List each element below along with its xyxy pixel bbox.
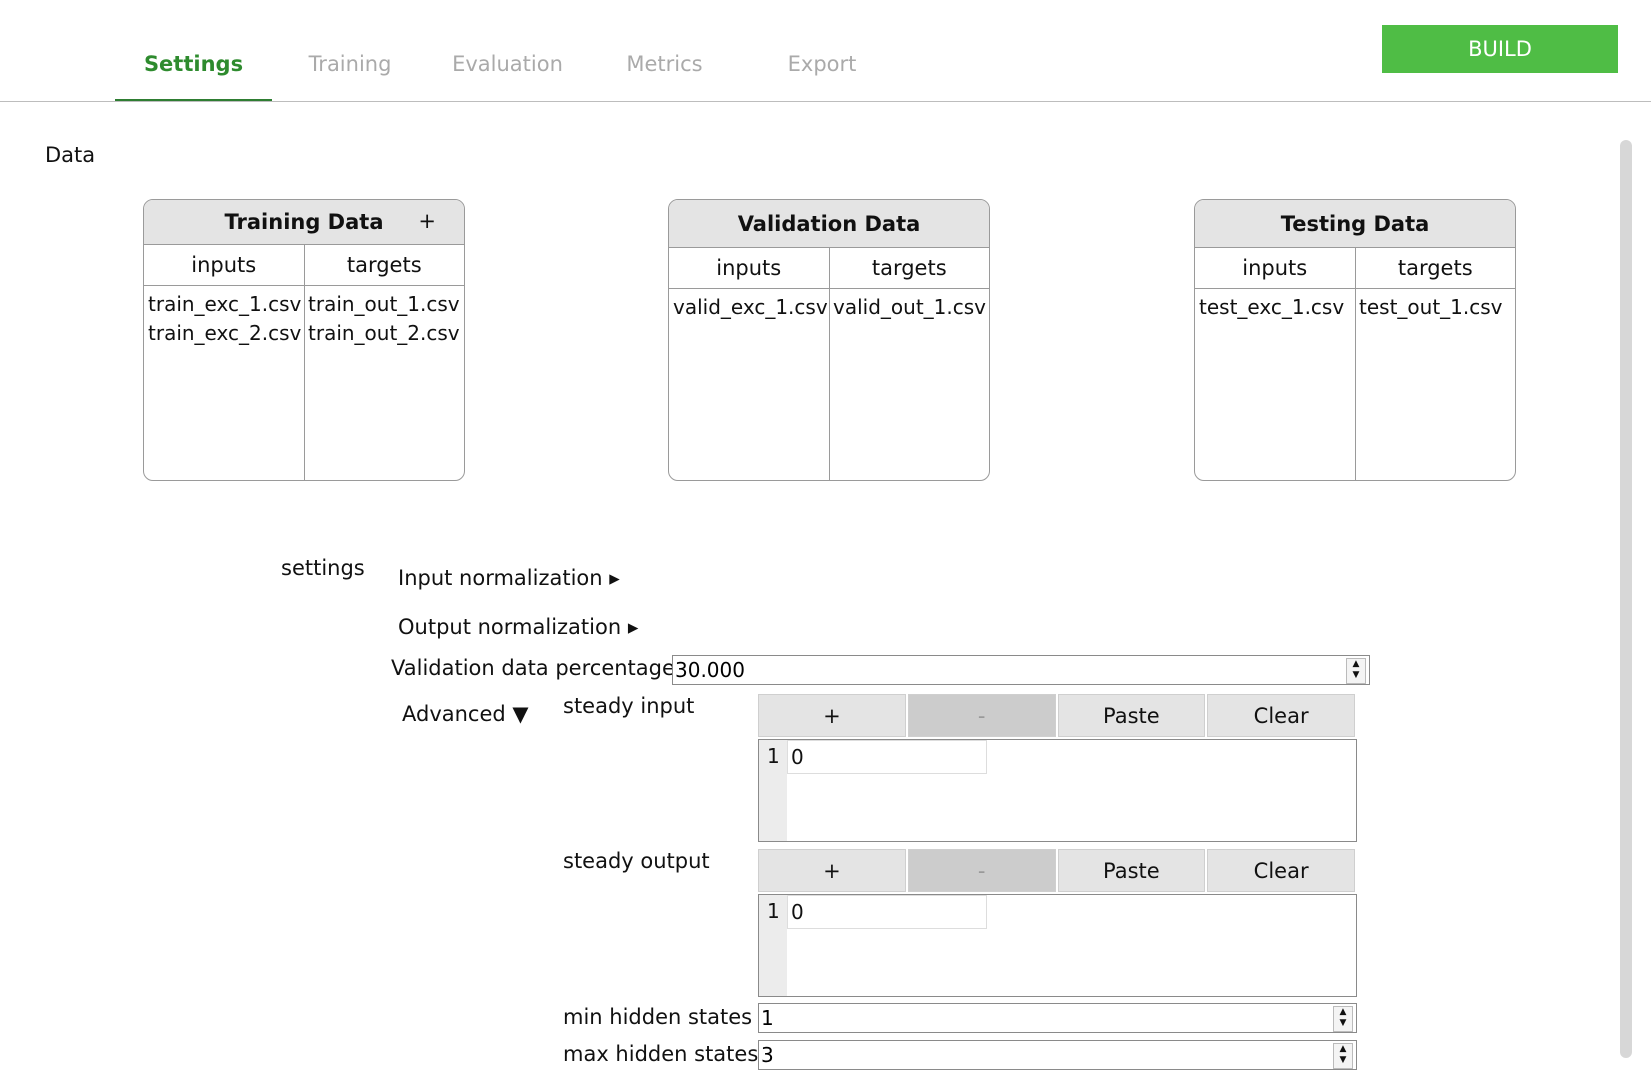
training-data-header: Training Data + (144, 200, 464, 245)
data-section-label: Data (45, 143, 96, 167)
spin-arrows-icon[interactable]: ▲ ▼ (1346, 658, 1366, 684)
list-item[interactable]: test_out_1.csv (1359, 293, 1515, 322)
testing-data-title: Testing Data (1280, 211, 1430, 236)
steady-input-toolbar: + - Paste Clear (758, 694, 1357, 737)
build-button[interactable]: BUILD (1382, 25, 1618, 73)
validation-data-panel: Validation Data inputs targets valid_exc… (668, 199, 990, 481)
row-number: 1 (767, 899, 780, 923)
header-divider (0, 101, 1651, 102)
row-header: 1 (759, 895, 787, 996)
steady-input-table: 1 0 (758, 739, 1357, 842)
input-normalization-toggle[interactable]: Input normalization ▸ (398, 566, 620, 590)
row-header: 1 (759, 740, 787, 841)
training-inputs-header: inputs (144, 245, 305, 285)
validation-percentage-label: Validation data percentage (391, 656, 675, 680)
vertical-scrollbar[interactable] (1620, 140, 1632, 1058)
validation-data-title: Validation Data (737, 211, 921, 236)
steady-output-clear-button[interactable]: Clear (1207, 849, 1355, 892)
validation-percentage-input[interactable] (675, 658, 1325, 682)
testing-data-header: Testing Data (1195, 200, 1515, 248)
training-targets-header: targets (346, 253, 422, 277)
spin-arrows-icon[interactable]: ▲ ▼ (1333, 1043, 1353, 1069)
list-item[interactable]: train_out_2.csv (308, 319, 464, 348)
output-normalization-toggle[interactable]: Output normalization ▸ (398, 615, 638, 639)
list-item[interactable]: valid_exc_1.csv (673, 293, 829, 322)
list-item[interactable]: train_exc_1.csv (148, 290, 304, 319)
settings-label: settings (281, 556, 365, 580)
tab-export[interactable]: Export (772, 52, 872, 82)
tab-evaluation[interactable]: Evaluation (450, 52, 565, 82)
tab-metrics[interactable]: Metrics (612, 52, 717, 82)
list-item[interactable]: train_out_1.csv (308, 290, 464, 319)
steady-output-toolbar: + - Paste Clear (758, 849, 1357, 892)
max-hidden-states-label: max hidden states (563, 1042, 759, 1066)
steady-output-paste-button[interactable]: Paste (1057, 849, 1206, 892)
add-training-data-button[interactable]: + (418, 209, 436, 233)
min-hidden-states-spinbox[interactable]: ▲▼ (758, 1003, 1357, 1033)
steady-output-add-button[interactable]: + (758, 849, 906, 892)
steady-input-remove-button[interactable]: - (907, 694, 1056, 737)
testing-data-panel: Testing Data inputs targets test_exc_1.c… (1194, 199, 1516, 481)
list-item[interactable]: valid_out_1.csv (833, 293, 989, 322)
max-hidden-states-spinbox[interactable]: ▲▼ (758, 1040, 1357, 1070)
validation-inputs-header: inputs (669, 248, 830, 288)
list-item[interactable]: train_exc_2.csv (148, 319, 304, 348)
spin-arrows-icon[interactable]: ▲ ▼ (1333, 1006, 1353, 1032)
steady-input-clear-button[interactable]: Clear (1207, 694, 1355, 737)
steady-input-add-button[interactable]: + (758, 694, 906, 737)
training-data-panel: Training Data + inputs targets train_exc… (143, 199, 465, 481)
validation-targets-header: targets (871, 256, 947, 280)
training-data-title: Training Data (224, 210, 384, 234)
advanced-toggle[interactable]: Advanced ▼ (402, 702, 529, 726)
steady-output-label: steady output (563, 849, 710, 873)
min-hidden-states-input[interactable] (761, 1006, 1311, 1030)
min-hidden-states-label: min hidden states (563, 1005, 753, 1029)
list-item[interactable]: test_exc_1.csv (1199, 293, 1355, 322)
steady-input-cell[interactable]: 0 (787, 740, 987, 774)
row-number: 1 (767, 744, 780, 768)
tab-settings[interactable]: Settings (135, 52, 252, 82)
steady-input-paste-button[interactable]: Paste (1057, 694, 1206, 737)
tab-training[interactable]: Training (295, 52, 405, 82)
validation-percentage-spinbox[interactable]: ▲▼ (672, 655, 1370, 685)
steady-output-cell[interactable]: 0 (787, 895, 987, 929)
steady-output-remove-button[interactable]: - (907, 849, 1056, 892)
testing-targets-header: targets (1397, 256, 1473, 280)
validation-data-header: Validation Data (669, 200, 989, 248)
steady-input-label: steady input (563, 694, 695, 718)
testing-inputs-header: inputs (1195, 248, 1356, 288)
steady-output-table: 1 0 (758, 894, 1357, 997)
max-hidden-states-input[interactable] (761, 1043, 1311, 1067)
